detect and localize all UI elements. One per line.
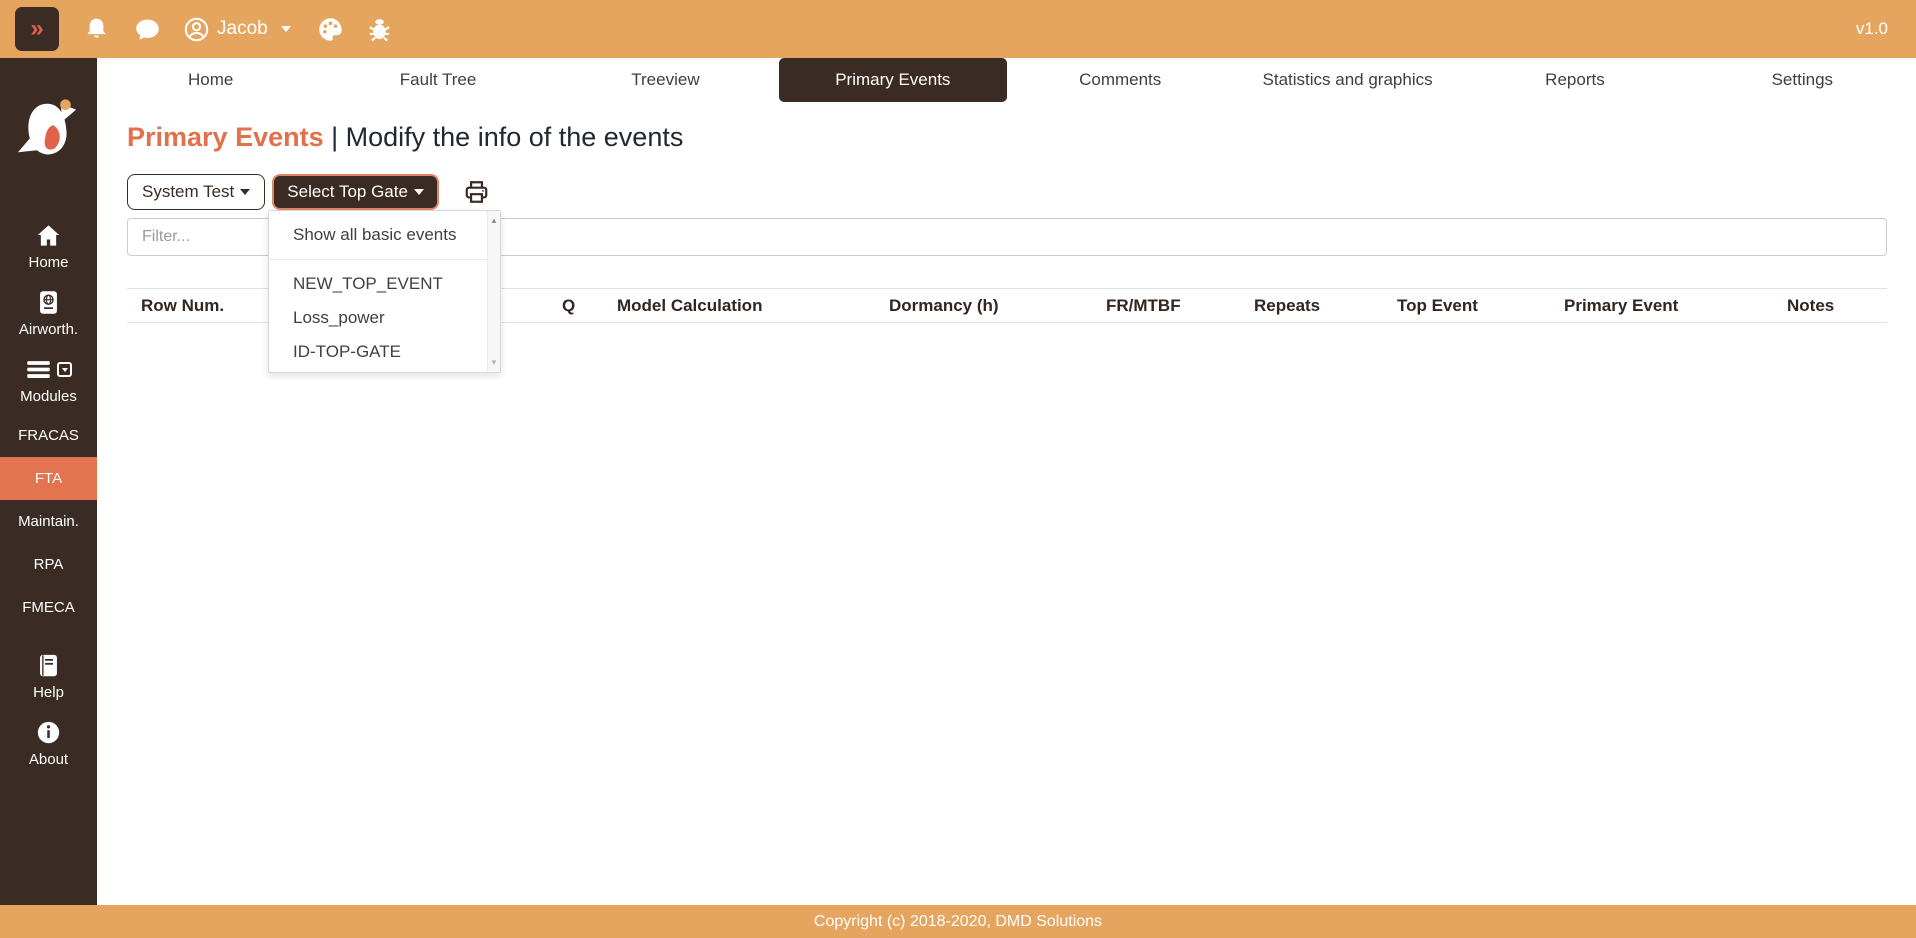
home-icon [35, 222, 62, 249]
tab-reports[interactable]: Reports [1461, 58, 1688, 102]
sidebar-item-fta[interactable]: FTA [0, 457, 97, 500]
toolbar: System Test Select Top Gate [127, 174, 1916, 210]
sidebar-item-label: FTA [35, 470, 62, 487]
sidebar-item-label: RPA [34, 556, 64, 573]
sidebar-item-maintain[interactable]: Maintain. [0, 500, 97, 543]
select-top-gate-label: Select Top Gate [287, 182, 408, 202]
tab-label: Settings [1772, 70, 1833, 90]
column-header-dormancy: Dormancy (h) [889, 289, 999, 322]
copyright-text: Copyright (c) 2018-2020, DMD Solutions [814, 913, 1102, 931]
tab-statistics-and-graphics[interactable]: Statistics and graphics [1234, 58, 1461, 102]
sidebar-item-help[interactable]: Help [0, 643, 97, 710]
column-header-q: Q [562, 289, 575, 322]
chat-icon[interactable] [134, 16, 161, 43]
sidebar-item-label: Maintain. [18, 513, 79, 530]
tab-fault-tree[interactable]: Fault Tree [324, 58, 551, 102]
module-select-icon [57, 362, 72, 377]
sidebar-item-label: FMECA [22, 599, 75, 616]
chevron-down-icon [414, 189, 424, 195]
dropdown-scrollbar[interactable]: ▲ ▼ [487, 211, 500, 372]
page-title-subtitle: | Modify the info of the events [331, 122, 683, 152]
topbar: » Jacob v1.0 [0, 0, 1916, 58]
tab-bar: Home Fault Tree Treeview Primary Events … [97, 58, 1916, 102]
sidebar-item-label: Modules [20, 388, 77, 405]
page-title: Primary Events | Modify the info of the … [127, 122, 1916, 153]
tab-label: Statistics and graphics [1263, 70, 1433, 90]
sidebar-item-label: FRACAS [18, 427, 79, 444]
dropdown-item-loss-power[interactable]: Loss_power [269, 301, 500, 335]
sidebar-item-label: Airworth. [19, 321, 78, 338]
help-book-icon [35, 652, 62, 679]
dropdown-item-show-all-basic-events[interactable]: Show all basic events [269, 218, 500, 252]
app-logo [18, 92, 80, 169]
user-name: Jacob [217, 18, 268, 40]
sidebar-item-home[interactable]: Home [0, 213, 97, 280]
system-select-label: System Test [142, 182, 234, 202]
sidebar-item-modules[interactable]: Modules [0, 347, 97, 414]
dropdown-item-id-top-gate[interactable]: ID-TOP-GATE [269, 335, 500, 369]
passport-icon [35, 289, 62, 316]
info-icon [35, 719, 62, 746]
tab-label: Home [188, 70, 233, 90]
bug-report-icon[interactable] [366, 16, 393, 43]
chevron-down-icon [240, 189, 250, 195]
tab-primary-events[interactable]: Primary Events [779, 58, 1006, 102]
column-header-notes: Notes [1787, 289, 1834, 322]
top-gate-dropdown-menu: Show all basic events NEW_TOP_EVENT Loss… [268, 210, 501, 373]
sidebar-item-rpa[interactable]: RPA [0, 543, 97, 586]
dropdown-item-new-top-event[interactable]: NEW_TOP_EVENT [269, 267, 500, 301]
column-header-repeats: Repeats [1254, 289, 1320, 322]
print-button[interactable] [463, 179, 490, 205]
footer: Copyright (c) 2018-2020, DMD Solutions [0, 905, 1916, 938]
sidebar-toggle-button[interactable]: » [15, 7, 59, 51]
tab-label: Treeview [631, 70, 699, 90]
scroll-down-icon[interactable]: ▼ [488, 358, 500, 367]
page-title-main: Primary Events [127, 122, 324, 152]
dropdown-divider [269, 259, 500, 260]
column-header-fr-mtbf: FR/MTBF [1106, 289, 1181, 322]
sidebar-item-label: Home [28, 254, 68, 271]
select-top-gate-button[interactable]: Select Top Gate [272, 174, 439, 210]
sidebar-item-label: Help [33, 684, 64, 701]
column-header-top-event: Top Event [1397, 289, 1478, 322]
tab-label: Fault Tree [400, 70, 477, 90]
main-content: Home Fault Tree Treeview Primary Events … [97, 58, 1916, 905]
tab-label: Primary Events [835, 70, 950, 90]
notifications-bell-icon[interactable] [83, 16, 110, 43]
tab-home[interactable]: Home [97, 58, 324, 102]
chevron-down-icon [281, 26, 291, 32]
sidebar-item-label: About [29, 751, 68, 768]
theme-palette-icon[interactable] [317, 16, 344, 43]
printer-icon [463, 179, 490, 205]
tab-label: Comments [1079, 70, 1161, 90]
double-chevron-icon: » [30, 17, 43, 41]
column-header-model-calculation: Model Calculation [617, 289, 762, 322]
tab-settings[interactable]: Settings [1689, 58, 1916, 102]
sidebar-item-airworthiness[interactable]: Airworth. [0, 280, 97, 347]
hamburger-menu-icon [25, 356, 52, 383]
app-version: v1.0 [1856, 19, 1888, 39]
sidebar: Home Airworth. Modules FRACAS FTA Mainta… [0, 58, 97, 905]
tab-comments[interactable]: Comments [1007, 58, 1234, 102]
user-menu[interactable]: Jacob [183, 16, 291, 43]
tab-label: Reports [1545, 70, 1605, 90]
tab-treeview[interactable]: Treeview [552, 58, 779, 102]
sidebar-item-about[interactable]: About [0, 710, 97, 777]
column-header-primary-event: Primary Event [1564, 289, 1678, 322]
sidebar-item-fracas[interactable]: FRACAS [0, 414, 97, 457]
user-avatar-icon [183, 16, 210, 43]
system-select-button[interactable]: System Test [127, 174, 265, 210]
scroll-up-icon[interactable]: ▲ [488, 216, 500, 225]
sidebar-item-fmeca[interactable]: FMECA [0, 586, 97, 629]
column-header-row-num: Row Num. [141, 289, 224, 322]
